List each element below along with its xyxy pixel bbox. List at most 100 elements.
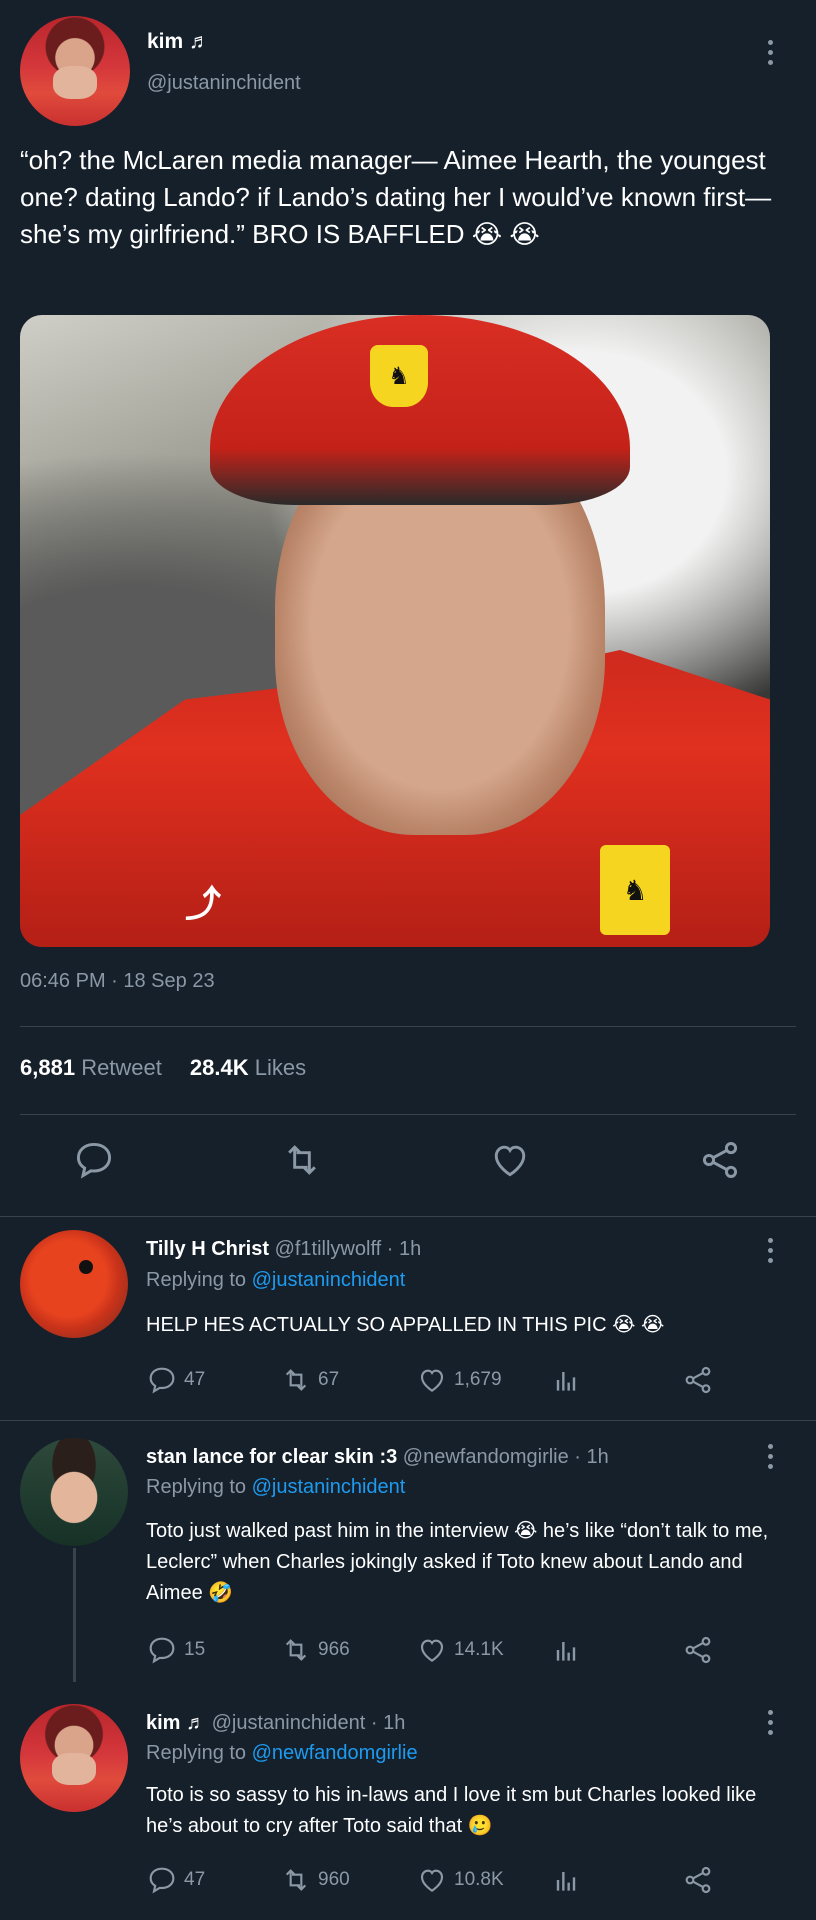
reply-action-bar: 15 966 14.1K — [146, 1634, 746, 1668]
heart-icon — [420, 1639, 444, 1662]
retweet-button[interactable]: 67 — [280, 1364, 339, 1396]
reply-avatar[interactable] — [20, 1230, 128, 1338]
like-button[interactable]: 14.1K — [416, 1634, 504, 1666]
share-icon — [685, 1366, 711, 1394]
reply-tweet[interactable]: Tilly H Christ @f1tillywolff · 1h Replyi… — [0, 1216, 816, 1420]
speech-bubble-icon — [149, 1637, 175, 1664]
retweet-button[interactable] — [280, 1138, 328, 1186]
likes-stat[interactable]: 28.4K Likes — [190, 1055, 306, 1081]
heart-icon — [420, 1369, 444, 1392]
share-icon — [685, 1636, 711, 1664]
retweet-label: Retweet — [81, 1055, 162, 1080]
heart-icon — [494, 1145, 526, 1177]
like-button[interactable]: 1,679 — [416, 1364, 502, 1396]
replying-to-handle[interactable]: @justaninchident — [252, 1269, 406, 1291]
analytics-button[interactable] — [550, 1634, 582, 1666]
replying-to: Replying to @justaninchident — [146, 1269, 405, 1292]
retweet-button[interactable]: 966 — [280, 1634, 350, 1666]
tweet-photo[interactable]: ♞ ♞ ⤴ — [20, 315, 770, 947]
reply-count: 47 — [184, 1369, 206, 1390]
analytics-button[interactable] — [550, 1364, 582, 1396]
reply-tweet[interactable]: stan lance for clear skin :3 @newfandomg… — [0, 1420, 816, 1682]
share-button[interactable] — [682, 1364, 714, 1396]
like-count: 10.8K — [454, 1869, 504, 1890]
reply-handle-time[interactable]: @newfandomgirlie · 1h — [403, 1446, 609, 1468]
reply-handle-time[interactable]: @f1tillywolff · 1h — [275, 1238, 422, 1260]
ferrari-logo-icon: ♞ — [370, 345, 428, 407]
retweet-icon — [285, 1639, 307, 1661]
retweet-count: 966 — [318, 1639, 350, 1660]
speech-bubble-icon — [76, 1142, 112, 1179]
more-dots-icon[interactable] — [768, 40, 776, 65]
reply-header: stan lance for clear skin :3 @newfandomg… — [146, 1446, 609, 1469]
retweet-icon — [288, 1145, 316, 1175]
reply-text: Toto just walked past him in the intervi… — [146, 1520, 769, 1604]
reply-action-bar: 47 67 1,679 — [146, 1364, 746, 1398]
reply-display-name[interactable]: Tilly H Christ — [146, 1238, 269, 1260]
retweet-count: 960 — [318, 1869, 350, 1890]
reply-avatar[interactable] — [20, 1438, 128, 1546]
reply-header: Tilly H Christ @f1tillywolff · 1h — [146, 1238, 421, 1261]
reply-display-name[interactable]: kim ♬ — [146, 1712, 206, 1734]
share-icon — [702, 1142, 738, 1178]
more-dots-icon[interactable] — [768, 1710, 776, 1735]
tweet-timestamp[interactable]: 06:46 PM · 18 Sep 23 — [20, 970, 215, 993]
reply-text: HELP HES ACTUALLY SO APPALLED IN THIS PI… — [146, 1314, 665, 1336]
replying-to: Replying to @newfandomgirlie — [146, 1742, 418, 1765]
analytics-button[interactable] — [550, 1864, 582, 1896]
more-dots-icon[interactable] — [768, 1238, 776, 1263]
replying-prefix: Replying to — [146, 1476, 247, 1498]
retweet-stat[interactable]: 6,881 Retweet — [20, 1055, 162, 1081]
likes-label: Likes — [254, 1055, 307, 1080]
author-avatar[interactable] — [20, 16, 130, 126]
replying-prefix: Replying to — [146, 1742, 247, 1764]
puma-logo-icon: ⤴ — [185, 883, 222, 924]
analytics-icon — [556, 1372, 576, 1391]
analytics-icon — [556, 1872, 576, 1891]
reply-button[interactable]: 47 — [146, 1864, 205, 1896]
like-button[interactable] — [488, 1138, 536, 1186]
reply-avatar[interactable] — [20, 1704, 128, 1812]
reply-display-name[interactable]: stan lance for clear skin :3 — [146, 1446, 397, 1468]
tweet-action-bar — [0, 1138, 816, 1194]
retweet-count: 67 — [318, 1369, 340, 1390]
retweet-count: 6,881 — [20, 1055, 76, 1080]
like-count: 1,679 — [454, 1369, 502, 1390]
author-display-name[interactable]: kim ♬ — [147, 30, 210, 54]
retweet-icon — [285, 1369, 307, 1391]
reply-header: kim ♬ @justaninchident · 1h — [146, 1712, 405, 1735]
photo-cap — [210, 315, 630, 505]
reply-handle-time[interactable]: @justaninchident · 1h — [212, 1712, 406, 1734]
share-button[interactable] — [682, 1864, 714, 1896]
heart-icon — [420, 1869, 444, 1892]
retweet-icon — [285, 1869, 307, 1891]
thread-line — [73, 1548, 76, 1682]
tweet-stats: 6,881 Retweet 28.4K Likes — [20, 1055, 306, 1081]
analytics-icon — [556, 1642, 576, 1661]
reply-button[interactable]: 47 — [146, 1364, 205, 1396]
replying-prefix: Replying to — [146, 1269, 247, 1291]
speech-bubble-icon — [149, 1867, 175, 1894]
author-handle[interactable]: @justaninchident — [147, 72, 301, 95]
like-count: 14.1K — [454, 1639, 504, 1660]
reply-button[interactable] — [72, 1138, 120, 1186]
reply-tweet[interactable]: kim ♬ @justaninchident · 1h Replying to … — [0, 1682, 816, 1920]
reply-action-bar: 47 960 10.8K — [146, 1864, 746, 1898]
more-dots-icon[interactable] — [768, 1444, 776, 1469]
retweet-button[interactable]: 960 — [280, 1864, 350, 1896]
reply-count: 15 — [184, 1639, 206, 1660]
replying-to-handle[interactable]: @newfandomgirlie — [252, 1742, 418, 1764]
divider — [20, 1114, 796, 1115]
share-icon — [685, 1866, 711, 1894]
ferrari-logo-icon: ♞ — [600, 845, 670, 935]
reply-count: 47 — [184, 1869, 206, 1890]
tweet-text: “oh? the McLaren media manager— Aimee He… — [20, 145, 772, 249]
reply-button[interactable]: 15 — [146, 1634, 205, 1666]
replying-to-handle[interactable]: @justaninchident — [252, 1476, 406, 1498]
share-button[interactable] — [698, 1138, 746, 1186]
replying-to: Replying to @justaninchident — [146, 1476, 405, 1499]
reply-text: Toto is so sassy to his in-laws and I lo… — [146, 1784, 757, 1837]
like-button[interactable]: 10.8K — [416, 1864, 504, 1896]
likes-count: 28.4K — [189, 1055, 249, 1080]
share-button[interactable] — [682, 1634, 714, 1666]
